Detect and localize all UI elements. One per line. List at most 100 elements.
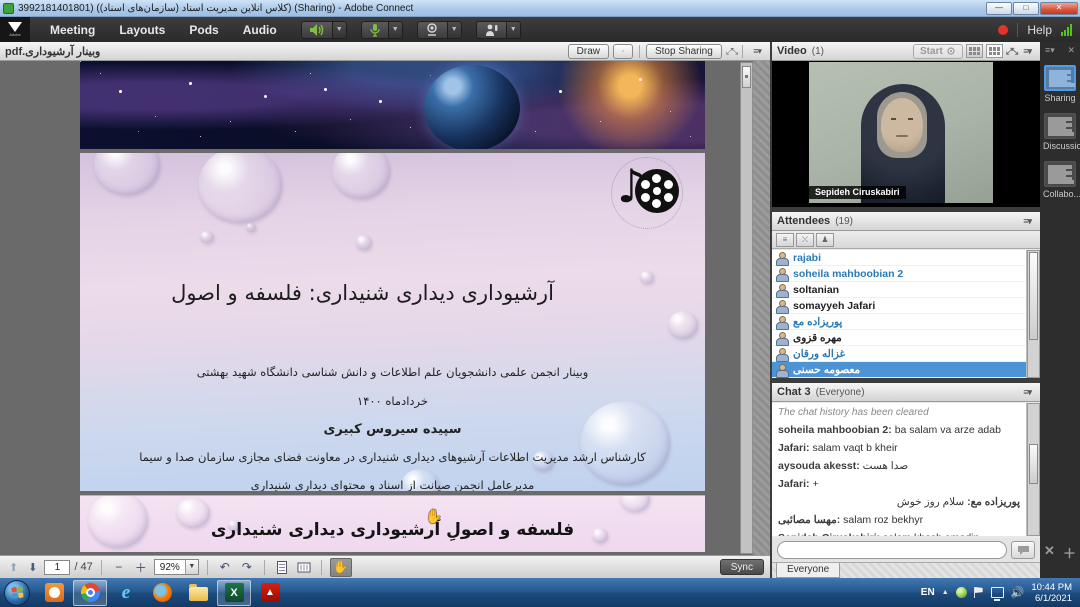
stop-sharing-button[interactable]: Stop Sharing	[646, 44, 722, 59]
video-pod: Video (1) Start ⤢⤡ ≡▾ Sepideh Ciruskabir…	[772, 42, 1040, 207]
attendee-row[interactable]: غزاله ورقان	[772, 346, 1026, 362]
attendee-row[interactable]: rajabi	[772, 250, 1026, 266]
menu-item[interactable]: Pods	[179, 19, 228, 41]
grid-view-icon[interactable]	[966, 44, 983, 58]
close-button[interactable]: ✕	[1040, 2, 1078, 15]
chat-scrollbar[interactable]	[1027, 403, 1040, 536]
add-pod-icon[interactable]: ＋	[1063, 543, 1076, 562]
chat-message-input[interactable]	[777, 541, 1007, 559]
minimize-button[interactable]: —	[986, 2, 1012, 15]
chat-sender: aysouda akesst:	[778, 460, 860, 472]
hidden-icons-button[interactable]: ▲	[942, 589, 949, 596]
status-view-icon[interactable]: ♟	[816, 233, 834, 247]
draw-button[interactable]: Draw	[568, 44, 609, 59]
microphone-button[interactable]	[361, 21, 389, 39]
rotate-left-button[interactable]: ↶	[216, 559, 234, 576]
pan-tool-button[interactable]: ✋	[330, 558, 352, 577]
layout-bar-close-icon[interactable]: ✕	[1067, 45, 1075, 56]
webcam-video[interactable]: Sepideh Ciruskabiri	[809, 62, 993, 203]
taskbar-acrobat[interactable]: ▲	[253, 580, 287, 606]
list-view-icon[interactable]: ≡	[776, 233, 794, 247]
chat-pod-menu-icon[interactable]: ≡▾	[1019, 387, 1035, 398]
bubble-graphic	[620, 495, 650, 512]
document-scrollbar[interactable]	[740, 62, 753, 554]
start-button[interactable]	[4, 580, 30, 606]
chat-messages[interactable]: The chat history has been cleared soheil…	[772, 403, 1027, 536]
zoom-out-button[interactable]: −	[110, 559, 128, 576]
attendee-row[interactable]: پوریزاده مع	[772, 314, 1026, 330]
breakout-view-icon[interactable]: ⤬	[796, 233, 814, 247]
zoom-in-button[interactable]: ＋	[132, 559, 150, 576]
chat-text: salam roz bekhyr	[843, 514, 923, 526]
menu-item[interactable]: Meeting	[40, 19, 105, 41]
layout-option[interactable]: Discussion	[1043, 113, 1077, 151]
whiteboard-pointer-button[interactable]	[613, 44, 633, 59]
scrollbar-thumb[interactable]	[1029, 252, 1038, 340]
bubble-graphic	[356, 235, 372, 250]
layout-option[interactable]: Sharing	[1043, 65, 1077, 103]
fit-page-button[interactable]	[295, 559, 313, 576]
speaker-button[interactable]	[301, 21, 333, 39]
sync-button[interactable]: Sync	[720, 559, 764, 575]
menu-item[interactable]: Layouts	[109, 19, 175, 41]
attendee-row[interactable]: مهره قزوی	[772, 330, 1026, 346]
send-message-button[interactable]	[1011, 541, 1035, 559]
network-icon[interactable]	[991, 587, 1004, 598]
document-area[interactable]: ♪ آرشیوداری دیداری شنیداری: فلسفه و اصول…	[0, 61, 770, 555]
attendee-row[interactable]: somayyeh Jafari	[772, 298, 1026, 314]
taskbar-media-player[interactable]	[37, 580, 71, 606]
menu-item[interactable]: Audio	[233, 19, 287, 41]
video-pod-menu-icon[interactable]: ≡▾	[1019, 46, 1035, 57]
taskbar-file-explorer[interactable]	[181, 580, 215, 606]
raise-hand-button[interactable]	[476, 21, 507, 39]
fullscreen-icon[interactable]: ⤢⤡	[726, 46, 736, 57]
action-center-icon[interactable]	[974, 587, 984, 598]
maximize-button[interactable]: □	[1013, 2, 1039, 15]
language-indicator[interactable]: EN	[921, 587, 935, 598]
taskbar-chrome[interactable]	[73, 580, 107, 606]
attendee-name: معصومه حسنی	[793, 364, 860, 376]
attendee-name: rajabi	[793, 252, 821, 264]
start-webcam-button[interactable]: Start	[913, 44, 963, 59]
scrollbar-thumb[interactable]	[742, 66, 751, 88]
taskbar-firefox[interactable]	[145, 580, 179, 606]
speaker-dropdown[interactable]: ▼	[333, 21, 347, 39]
attendee-row[interactable]: soltanian	[772, 282, 1026, 298]
adobe-logo-icon[interactable]: Adobe	[0, 17, 30, 42]
attendee-row[interactable]: معصومه حسنی	[772, 362, 1026, 378]
webcam-dropdown[interactable]: ▼	[448, 21, 462, 39]
filmstrip-view-icon[interactable]	[986, 44, 1003, 58]
attendee-list[interactable]: rajabi soheila mahboobian 2 soltanian so…	[772, 250, 1027, 378]
webcam-button[interactable]	[417, 21, 448, 39]
status-dropdown[interactable]: ▼	[507, 21, 521, 39]
video-pod-title: Video	[777, 45, 807, 57]
previous-page-button[interactable]: ⬆	[6, 561, 21, 574]
person-icon	[776, 252, 787, 264]
antivirus-tray-icon[interactable]	[956, 587, 967, 598]
taskbar-internet-explorer[interactable]: e	[109, 580, 143, 606]
rotate-right-button[interactable]: ↷	[238, 559, 256, 576]
chat-text: سلام روز خوش	[897, 496, 964, 508]
video-fullscreen-icon[interactable]: ⤢⤡	[1006, 46, 1016, 57]
next-page-button[interactable]: ⬇	[25, 561, 40, 574]
chrome-icon	[81, 583, 100, 602]
attendee-row[interactable]: soheila mahboobian 2	[772, 266, 1026, 282]
volume-icon[interactable]: 🔊	[1011, 586, 1025, 599]
attendees-scrollbar[interactable]	[1027, 250, 1040, 378]
page-number-input[interactable]	[44, 560, 70, 575]
microphone-dropdown[interactable]: ▼	[389, 21, 403, 39]
zoom-dropdown-icon[interactable]: ▼	[185, 560, 198, 574]
attendees-pod-menu-icon[interactable]: ≡▾	[1019, 216, 1035, 227]
taskbar-excel[interactable]: X	[217, 580, 251, 606]
connection-signal-icon[interactable]	[1061, 24, 1072, 36]
layout-bar-menu-icon[interactable]: ≡▾	[1045, 45, 1055, 56]
fit-width-button[interactable]	[273, 559, 291, 576]
everyone-tab[interactable]: Everyone	[776, 563, 840, 578]
clock[interactable]: 10:44 PM 6/1/2021	[1031, 582, 1072, 604]
zoom-select[interactable]: 92% ▼	[154, 559, 199, 575]
scrollbar-thumb[interactable]	[1029, 444, 1038, 484]
remove-pod-icon[interactable]: ✕	[1044, 543, 1055, 562]
help-menu[interactable]: Help	[1027, 23, 1052, 37]
layout-option[interactable]: Collabo...	[1043, 161, 1077, 199]
share-pod-menu-icon[interactable]: ≡▾	[749, 46, 765, 57]
